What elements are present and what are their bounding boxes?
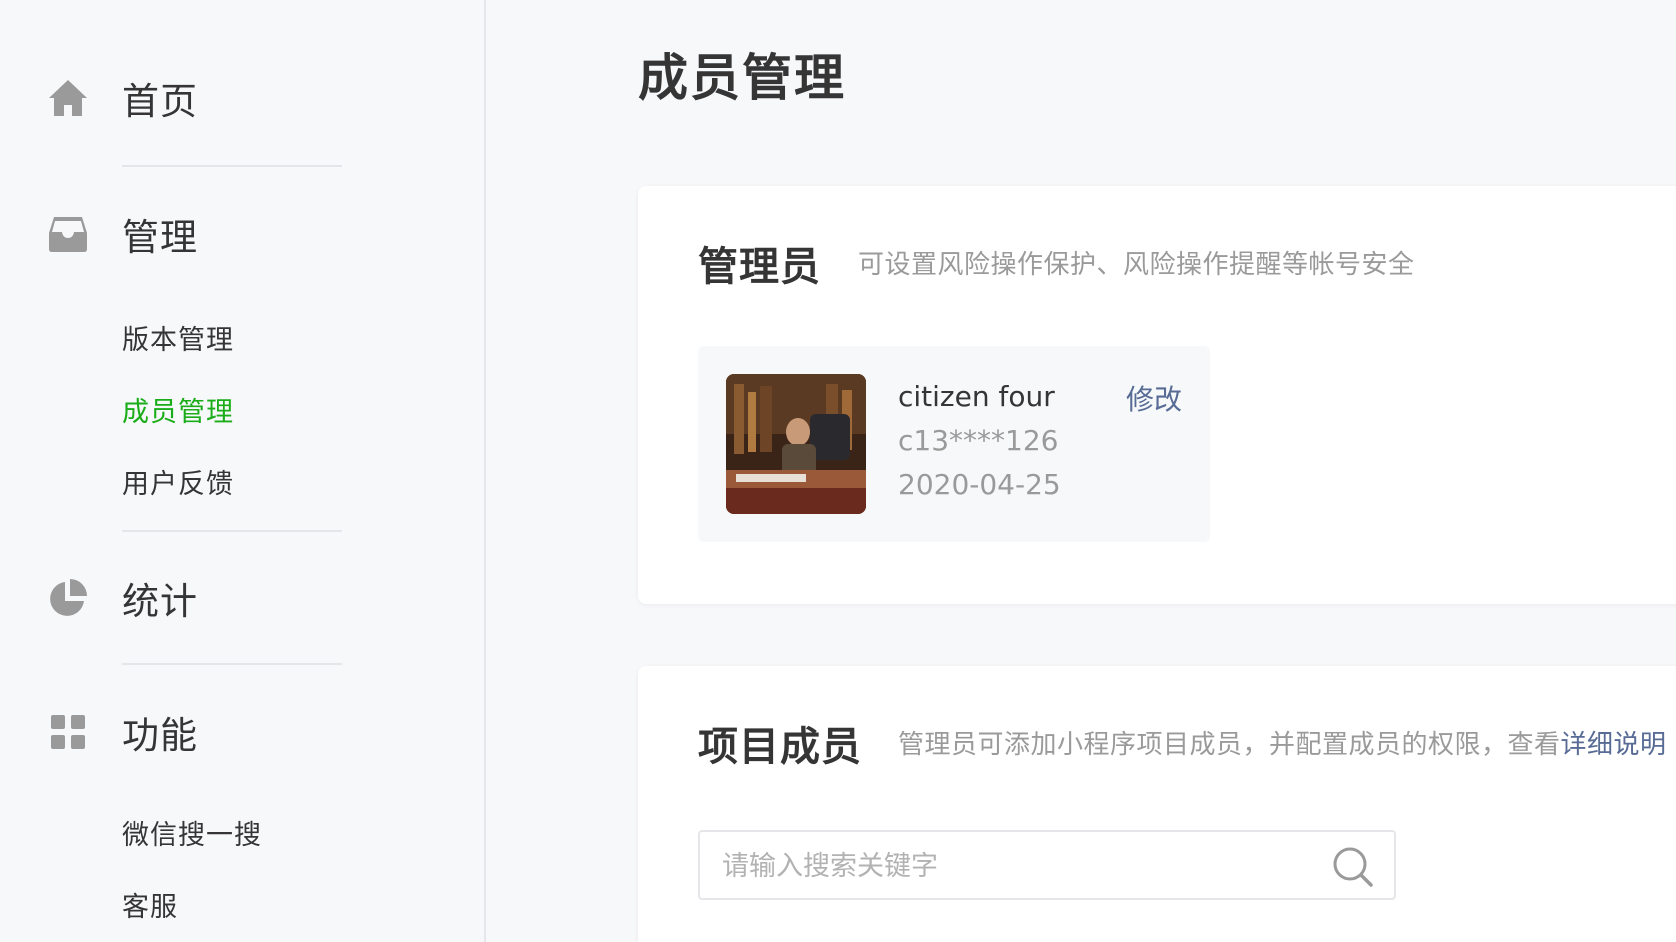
app-root: 首页 管理 版本管理 成员管理 用户反馈 统计 功能 微信搜一搜 客服 成员管理… (0, 0, 1676, 942)
sidebar-item-home-label: 首页 (122, 80, 198, 123)
sidebar-divider (122, 663, 342, 665)
admin-date: 2020-04-25 (898, 468, 1061, 501)
pie-chart-icon (44, 574, 92, 622)
sidebar-item-user-feedback[interactable]: 用户反馈 (122, 462, 234, 501)
members-card-desc-text: 管理员可添加小程序项目成员，并配置成员的权限，查看 (898, 730, 1561, 760)
page-title: 成员管理 (638, 49, 846, 107)
edit-admin-link[interactable]: 修改 (1126, 378, 1182, 418)
sidebar-item-features-label: 功能 (122, 714, 198, 757)
sidebar-item-version-manage[interactable]: 版本管理 (122, 318, 234, 357)
sidebar-item-stats-label: 统计 (122, 580, 198, 623)
sidebar-item-home[interactable]: 首页 (0, 68, 400, 128)
admin-card-desc: 可设置风险操作保护、风险操作提醒等帐号安全 (858, 250, 1415, 280)
admin-info-box: citizen four c13****126 2020-04-25 修改 (698, 346, 1210, 542)
admin-name: citizen four (898, 380, 1055, 413)
sidebar: 首页 管理 版本管理 成员管理 用户反馈 统计 功能 微信搜一搜 客服 (0, 0, 486, 942)
details-link[interactable]: 详细说明 (1561, 730, 1667, 760)
inbox-icon (44, 210, 92, 258)
members-card: 项目成员 管理员可添加小程序项目成员，并配置成员的权限，查看详细说明 (638, 666, 1676, 942)
sidebar-divider (122, 165, 342, 167)
members-card-title: 项目成员 (698, 724, 862, 770)
sidebar-divider (122, 530, 342, 532)
sidebar-item-features[interactable]: 功能 (0, 702, 400, 762)
sidebar-item-wechat-search[interactable]: 微信搜一搜 (122, 813, 262, 852)
members-card-desc: 管理员可添加小程序项目成员，并配置成员的权限，查看详细说明 (898, 724, 1667, 761)
member-search-box (698, 830, 1396, 900)
home-icon (44, 74, 92, 122)
avatar (726, 374, 866, 514)
admin-card-title: 管理员 (698, 244, 821, 290)
grid-icon (44, 708, 92, 756)
sidebar-item-manage-label: 管理 (122, 216, 198, 259)
admin-card: 管理员 可设置风险操作保护、风险操作提醒等帐号安全 citizen four c… (638, 186, 1676, 604)
sidebar-item-manage[interactable]: 管理 (0, 204, 400, 264)
sidebar-item-stats[interactable]: 统计 (0, 568, 400, 628)
member-search-input[interactable] (720, 842, 1324, 890)
sidebar-item-member-manage[interactable]: 成员管理 (122, 390, 234, 429)
sidebar-item-customer-service[interactable]: 客服 (122, 885, 178, 924)
search-icon[interactable] (1332, 846, 1374, 888)
admin-phone: c13****126 (898, 424, 1059, 457)
